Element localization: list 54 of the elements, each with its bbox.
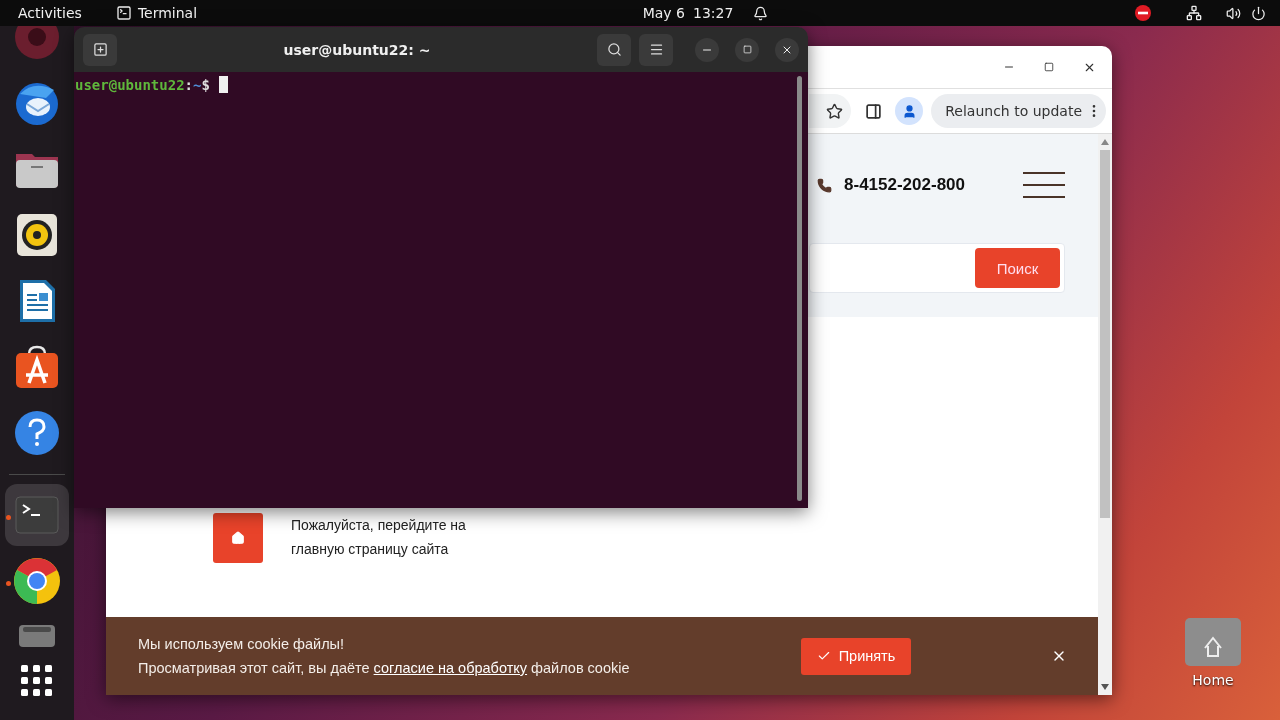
check-icon: [816, 649, 831, 663]
home-icon: [231, 531, 245, 545]
mail-icon[interactable]: [14, 80, 60, 126]
maximize-icon: [1044, 62, 1054, 72]
browser-icon[interactable]: [14, 558, 60, 604]
menu-button[interactable]: [639, 33, 673, 66]
network-icon[interactable]: [1186, 5, 1202, 21]
search-button[interactable]: [597, 33, 631, 66]
scrollbar[interactable]: [797, 76, 802, 501]
side-panel-icon: [864, 102, 882, 120]
address-bar[interactable]: [809, 94, 852, 128]
scroll-down-icon[interactable]: [1101, 684, 1109, 690]
cookie-title: Мы используем cookie файлы!: [138, 635, 346, 654]
drive-icon[interactable]: [17, 623, 57, 649]
help-icon[interactable]: [14, 410, 60, 456]
phone-number[interactable]: 8-4152-202-800: [844, 175, 965, 195]
maximize-icon: [742, 45, 752, 54]
no-entry-icon[interactable]: [1134, 4, 1152, 22]
app-grid-icon[interactable]: [21, 665, 53, 697]
speaker-icon[interactable]: [14, 212, 60, 258]
new-tab-icon: [92, 42, 108, 57]
scrollbar[interactable]: [1098, 134, 1112, 695]
app-menu-button[interactable]: Terminal: [137, 5, 198, 21]
notice-text: Пожалуйста, перейдите на главную страницу сайта: [291, 516, 467, 559]
power-icon[interactable]: [1251, 5, 1266, 21]
window-title: user@ubuntu22: ~: [282, 41, 432, 58]
accept-button[interactable]: Принять: [801, 637, 911, 675]
minimize-button[interactable]: [695, 37, 719, 62]
menu-button[interactable]: [1023, 172, 1065, 198]
relaunch-button[interactable]: Relaunch to update: [931, 94, 1106, 128]
bell-icon[interactable]: [753, 5, 769, 21]
profile-button[interactable]: [895, 97, 924, 125]
shopping-bag-icon[interactable]: [14, 344, 60, 390]
home-button[interactable]: [213, 513, 263, 563]
maximize-button[interactable]: [735, 37, 759, 62]
date-text[interactable]: May 6: [642, 5, 685, 21]
terminal-body[interactable]: user@ubuntu22:~$: [74, 72, 808, 508]
search-icon: [606, 42, 622, 57]
star-icon[interactable]: [826, 102, 844, 120]
activities-button[interactable]: Activities: [18, 5, 82, 21]
text-cursor: [218, 76, 228, 93]
scroll-up-icon[interactable]: [1101, 139, 1109, 145]
time-text[interactable]: 13:27: [693, 5, 734, 21]
new-tab-button[interactable]: [83, 33, 117, 66]
person-icon: [901, 103, 917, 119]
phone-icon: [817, 177, 832, 193]
shell-prompt: user@ubuntu22:~$: [75, 76, 210, 94]
volume-icon[interactable]: [1226, 5, 1241, 21]
cookie-consent-text: Просматривая этот сайт, вы даёте согласие на обработку файлов cookie: [138, 659, 631, 678]
terminal-icon: [115, 5, 132, 21]
desktop-icon-label[interactable]: Home: [1192, 672, 1234, 688]
home-folder-icon[interactable]: [1185, 618, 1241, 666]
menu-icon: [648, 42, 664, 57]
consent-link[interactable]: согласие на обработку: [373, 660, 528, 676]
